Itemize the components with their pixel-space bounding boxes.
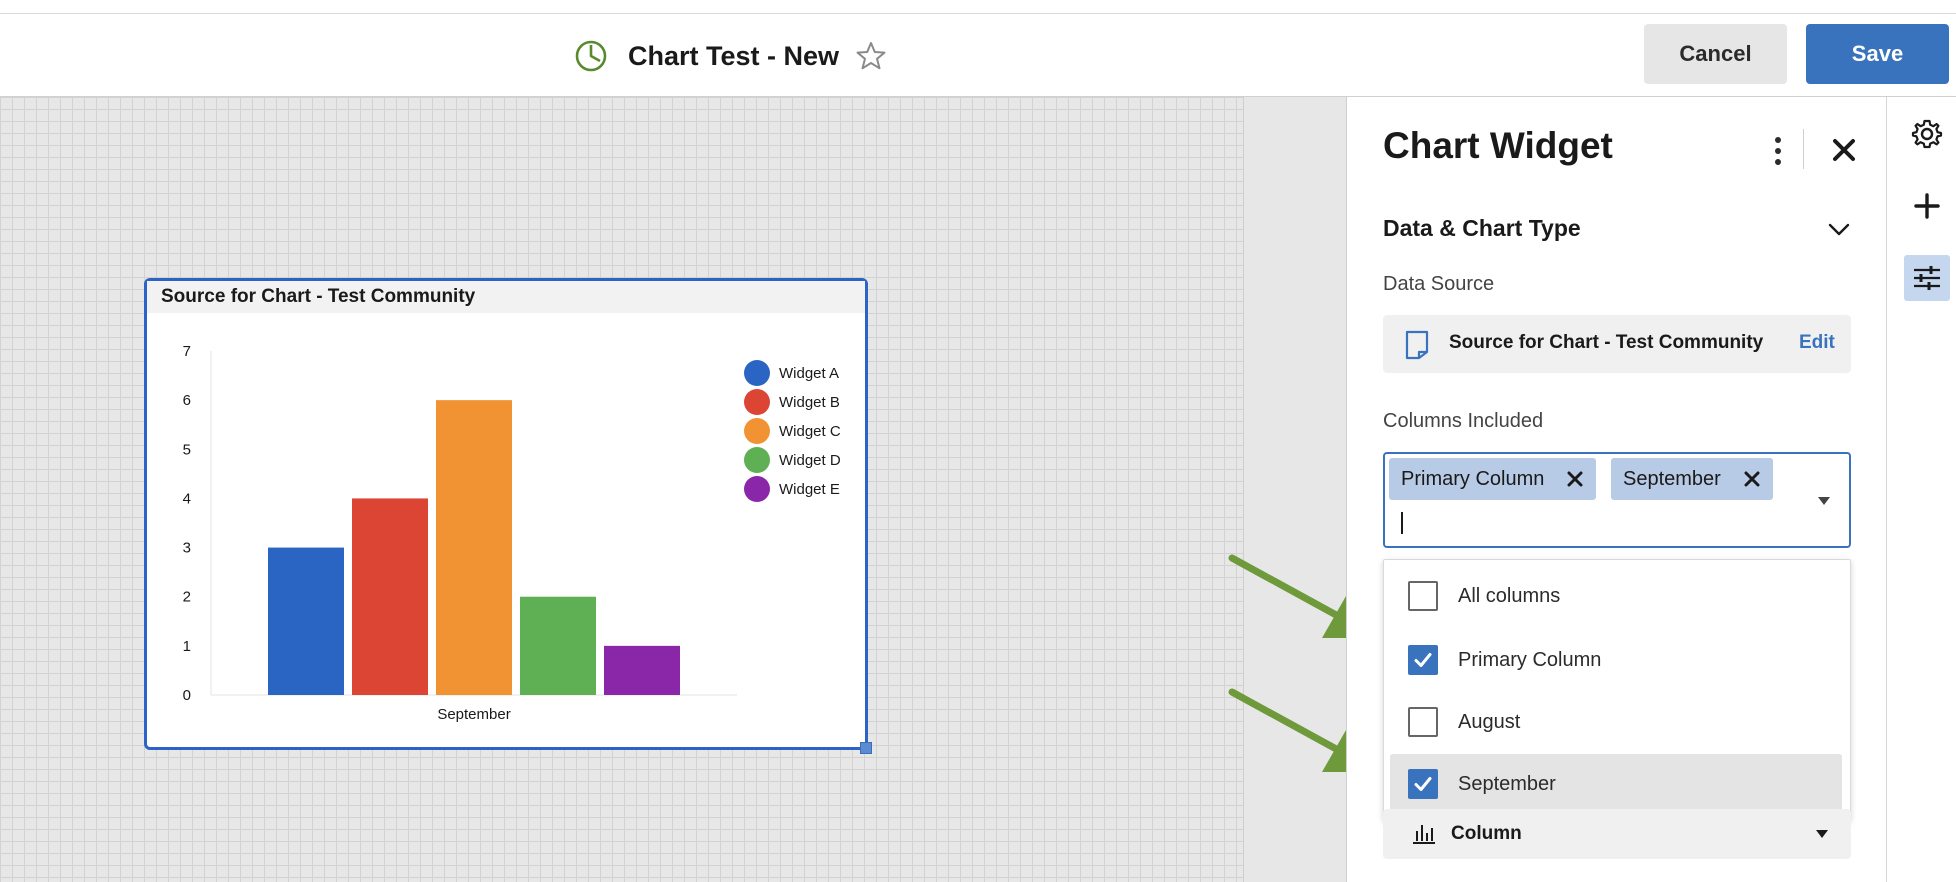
legend-swatch <box>744 360 770 386</box>
bar <box>268 547 344 695</box>
text-cursor <box>1401 512 1403 534</box>
more-options-icon[interactable] <box>1763 131 1793 171</box>
chip-label: Primary Column <box>1401 467 1545 490</box>
legend-label: Widget C <box>779 423 841 440</box>
columns-dropdown-menu: All columns Primary Column August Septem… <box>1383 559 1851 821</box>
y-tick-label: 7 <box>183 343 191 360</box>
check-icon <box>1414 653 1432 667</box>
document-title-group: Chart Test - New <box>574 36 887 76</box>
panel-title: Chart Widget <box>1383 125 1613 166</box>
menu-item-august[interactable]: August <box>1390 692 1842 752</box>
bar <box>352 498 428 695</box>
legend-swatch <box>744 476 770 502</box>
chart-type-select[interactable]: Column <box>1383 809 1851 859</box>
top-strip <box>0 0 1956 14</box>
gear-icon <box>1911 119 1943 149</box>
columns-multiselect[interactable]: Primary Column September <box>1383 452 1851 548</box>
legend-label: Widget B <box>779 394 840 411</box>
header-bar: Chart Test - New Cancel Save <box>0 14 1956 97</box>
checkbox[interactable] <box>1408 707 1438 737</box>
chevron-down-icon[interactable] <box>1825 215 1853 243</box>
chart-widget-panel: Chart Widget Data & Chart Type Data Sour… <box>1346 97 1886 882</box>
add-button[interactable] <box>1904 183 1950 229</box>
bar <box>604 645 680 695</box>
remove-chip-icon[interactable] <box>1566 470 1584 488</box>
data-source-name: Source for Chart - Test Community <box>1449 332 1764 353</box>
star-outline-icon[interactable] <box>855 40 887 72</box>
sheet-icon <box>1405 330 1429 360</box>
legend-label: Widget E <box>779 481 840 498</box>
chart-widget[interactable]: Source for Chart - Test Community 0 1 2 3 4 5… <box>144 278 868 750</box>
cancel-button[interactable]: Cancel <box>1644 24 1787 84</box>
caret-down-icon[interactable] <box>1817 496 1831 506</box>
menu-item-label: Primary Column <box>1458 648 1602 671</box>
checkbox-checked[interactable] <box>1408 769 1438 799</box>
caret-down-icon[interactable] <box>1815 829 1829 839</box>
menu-item-all-columns[interactable]: All columns <box>1390 566 1842 626</box>
close-icon[interactable] <box>1827 133 1861 167</box>
y-tick-label: 5 <box>183 441 191 458</box>
plus-icon <box>1914 193 1940 219</box>
legend-swatch <box>744 389 770 415</box>
widget-title: Source for Chart - Test Community <box>147 281 865 313</box>
bar <box>436 400 512 695</box>
legend-label: Widget A <box>779 365 839 382</box>
menu-item-label: August <box>1458 710 1521 733</box>
pie-chart-icon <box>575 40 607 72</box>
legend-swatch <box>744 418 770 444</box>
y-tick-label: 2 <box>183 589 191 606</box>
y-tick-label: 1 <box>183 638 191 655</box>
edit-data-source-link[interactable]: Edit <box>1799 332 1835 354</box>
column-chart-icon <box>1413 825 1435 844</box>
data-source-label: Data Source <box>1383 273 1495 295</box>
legend-swatch <box>744 447 770 473</box>
check-icon <box>1414 777 1432 791</box>
settings-button[interactable] <box>1904 111 1950 157</box>
data-source-box: Source for Chart - Test Community Edit <box>1383 315 1851 373</box>
tool-rail <box>1886 97 1956 882</box>
chip-september: September <box>1611 458 1773 500</box>
section-title[interactable]: Data & Chart Type <box>1383 215 1581 242</box>
bar-chart: 0 1 2 3 4 5 6 7 September Widget A Widget B Widget … <box>183 343 841 723</box>
sliders-icon <box>1914 266 1940 290</box>
columns-included-label: Columns Included <box>1383 410 1544 432</box>
menu-item-primary-column[interactable]: Primary Column <box>1390 630 1842 690</box>
properties-button[interactable] <box>1904 255 1950 301</box>
document-title: Chart Test - New <box>628 40 840 71</box>
menu-item-label: All columns <box>1458 584 1561 607</box>
y-tick-label: 0 <box>183 687 191 704</box>
chart-type-value: Column <box>1451 823 1522 844</box>
bar <box>520 596 596 695</box>
panel-divider <box>1803 129 1804 169</box>
checkbox-checked[interactable] <box>1408 645 1438 675</box>
checkbox[interactable] <box>1408 581 1438 611</box>
widget-resize-handle[interactable] <box>860 742 872 754</box>
y-tick-label: 3 <box>183 540 191 557</box>
save-button[interactable]: Save <box>1806 24 1949 84</box>
y-tick-label: 6 <box>183 392 191 409</box>
menu-item-label: September <box>1458 772 1556 795</box>
x-tick-label: September <box>437 706 510 723</box>
remove-chip-icon[interactable] <box>1743 470 1761 488</box>
y-tick-label: 4 <box>183 490 191 507</box>
chip-label: September <box>1623 467 1721 490</box>
legend-label: Widget D <box>779 452 841 469</box>
chip-primary-column: Primary Column <box>1389 458 1597 500</box>
menu-item-september[interactable]: September <box>1390 754 1842 814</box>
